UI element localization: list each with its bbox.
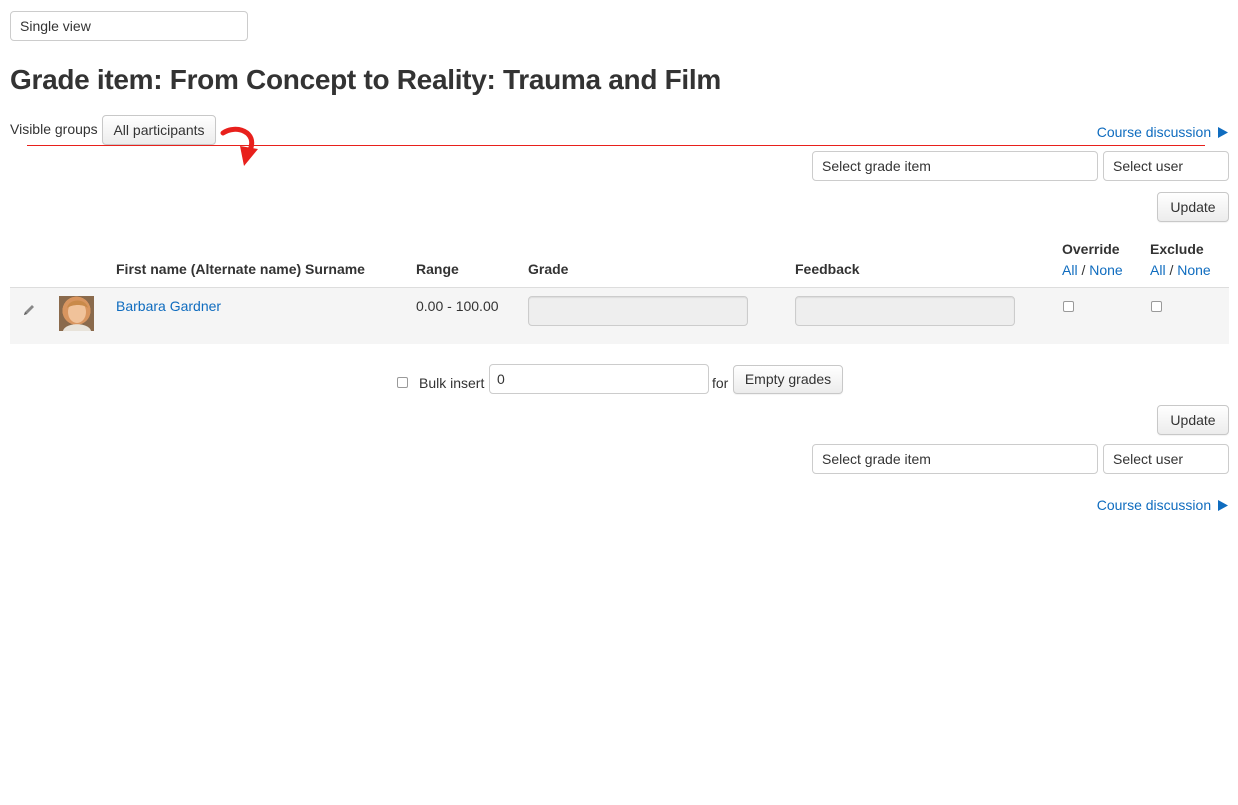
override-checkbox[interactable] bbox=[1063, 301, 1074, 312]
course-link-text: Course discussion bbox=[1096, 124, 1212, 140]
course-link-bottom[interactable]: Course discussion bbox=[1097, 497, 1228, 513]
select-user-label: Select user bbox=[1113, 451, 1184, 467]
header-override: Override bbox=[1062, 241, 1120, 257]
override-none-link[interactable]: None bbox=[1089, 262, 1122, 278]
exclude-none-link[interactable]: None bbox=[1177, 262, 1210, 278]
header-range: Range bbox=[416, 261, 459, 277]
select-grade-item-bottom[interactable]: Select grade item bbox=[812, 444, 1098, 474]
bulk-insert-value-input[interactable]: 0 bbox=[489, 364, 709, 394]
course-link-top[interactable]: Course discussion bbox=[1097, 124, 1228, 140]
select-user-label: Select user bbox=[1113, 158, 1184, 174]
pencil-icon[interactable] bbox=[22, 303, 36, 317]
select-grade-item-label: Select grade item bbox=[822, 158, 931, 174]
select-user-top[interactable]: Select user bbox=[1103, 151, 1229, 181]
override-select-links: All / None bbox=[1062, 262, 1123, 278]
exclude-checkbox[interactable] bbox=[1151, 301, 1162, 312]
update-button-top[interactable]: Update bbox=[1157, 192, 1229, 222]
feedback-input[interactable] bbox=[795, 296, 1015, 326]
view-selector[interactable]: Single view bbox=[10, 11, 248, 41]
grade-input[interactable] bbox=[528, 296, 748, 326]
group-selector-value: All participants bbox=[113, 122, 205, 138]
student-name-link[interactable]: Barbara Gardner bbox=[116, 298, 221, 314]
curved-arrow-annotation bbox=[220, 126, 258, 166]
override-separator: / bbox=[1081, 262, 1086, 278]
group-selector[interactable]: All participants bbox=[102, 115, 216, 145]
update-button-label: Update bbox=[1170, 199, 1216, 215]
bulk-insert-type-select[interactable]: Empty grades bbox=[733, 365, 843, 394]
user-avatar[interactable] bbox=[59, 296, 94, 331]
header-feedback: Feedback bbox=[795, 261, 860, 277]
exclude-all-link[interactable]: All bbox=[1150, 262, 1166, 278]
course-link-text: Course discussion bbox=[1096, 497, 1212, 513]
triangle-right-icon bbox=[1218, 127, 1228, 138]
header-exclude: Exclude bbox=[1150, 241, 1204, 257]
bulk-insert-label: Bulk insert bbox=[419, 375, 485, 391]
table-row: Barbara Gardner 0.00 - 100.00 bbox=[10, 288, 1229, 344]
header-grade: Grade bbox=[528, 261, 569, 277]
exclude-separator: / bbox=[1169, 262, 1174, 278]
bulk-insert-checkbox[interactable] bbox=[397, 377, 408, 388]
view-selector-value: Single view bbox=[20, 18, 91, 34]
update-button-bottom[interactable]: Update bbox=[1157, 405, 1229, 435]
page-title: Grade item: From Concept to Reality: Tra… bbox=[10, 64, 721, 95]
grade-range: 0.00 - 100.00 bbox=[416, 298, 499, 314]
exclude-select-links: All / None bbox=[1150, 262, 1211, 278]
triangle-right-icon bbox=[1218, 500, 1228, 511]
bulk-insert-value: 0 bbox=[497, 371, 505, 387]
groups-label: Visible groups bbox=[10, 121, 98, 137]
update-button-label: Update bbox=[1170, 412, 1216, 428]
annotation-line bbox=[27, 145, 1205, 146]
override-all-link[interactable]: All bbox=[1062, 262, 1078, 278]
header-name: First name (Alternate name) Surname bbox=[116, 261, 365, 277]
avatar-face bbox=[63, 300, 91, 331]
select-user-bottom[interactable]: Select user bbox=[1103, 444, 1229, 474]
select-grade-item-top[interactable]: Select grade item bbox=[812, 151, 1098, 181]
bulk-insert-type-value: Empty grades bbox=[744, 371, 832, 387]
select-grade-item-label: Select grade item bbox=[822, 451, 931, 467]
bulk-for-label: for bbox=[712, 375, 729, 391]
